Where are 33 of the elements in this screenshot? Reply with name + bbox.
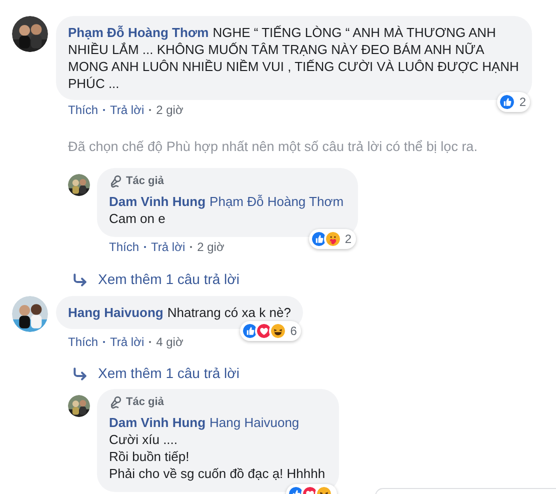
like-link[interactable]: Thích — [109, 239, 140, 256]
timestamp[interactable]: 2 giờ — [156, 102, 184, 118]
like-link[interactable]: Thích — [68, 334, 98, 350]
filter-notice: Đã chọn chế độ Phù hợp nhất nên một số câu trả lời có thể bị lọc ra. — [68, 138, 478, 156]
reaction-count: 6 — [290, 323, 297, 340]
reaction-count: 2 — [344, 231, 352, 248]
reply-link[interactable]: Trả lời — [110, 334, 144, 350]
timestamp[interactable]: 2 giờ — [197, 239, 224, 256]
mention-link[interactable]: Phạm Đỗ Hoàng Thơm — [210, 194, 344, 210]
like-link[interactable]: Thích — [68, 102, 98, 118]
reply-link[interactable]: Trả lời — [110, 102, 144, 118]
reaction-summary[interactable]: 2 — [308, 229, 356, 250]
reply-link[interactable]: Trả lời — [151, 239, 186, 256]
author-link[interactable]: Phạm Đỗ Hoàng Thơm — [68, 25, 209, 40]
reply-text: Cam on e — [109, 210, 166, 228]
more-replies-link[interactable]: Xem thêm 1 câu trả lời — [98, 363, 240, 384]
reaction-count: 2 — [519, 94, 526, 111]
reply-text: Rồi buồn tiếp! — [109, 448, 190, 466]
author-link[interactable]: Hang Haivuong — [68, 305, 164, 320]
author-label: Tác giả — [126, 395, 164, 410]
reaction-summary[interactable]: 6 — [240, 321, 301, 342]
author-label: Tác giả — [126, 174, 164, 190]
timestamp[interactable]: 4 giờ — [156, 334, 184, 350]
author-link[interactable]: Dam Vinh Hung — [109, 415, 206, 430]
more-replies-link[interactable]: Xem thêm 1 câu trả lời — [98, 269, 240, 290]
comment-text: Phạm Đỗ Hoàng Thơm NGHE “ TIẾNG LÒNG “ ANH MÀ THƯƠNG ANH NHIỀU LẮM ... KHÔNG MUỐN TÂM TRẠNG NÀY ĐEO BÁM ANH NỮA — [68, 24, 497, 58]
author-link[interactable]: Dam Vinh Hung — [109, 194, 206, 210]
reply-text: Phải cho về sg cuốn đồ đạc ạ! Hhhhh — [109, 465, 326, 482]
reply-text: Cười xíu .... — [109, 431, 179, 448]
reaction-summary[interactable]: 2 — [497, 92, 530, 112]
comment-text: MONG ANH LUÔN NHIỀU NIỀM VUI , TIẾNG CƯỜI VÀ LUÔN ĐƯỢC HẠNH PHÚC ... — [68, 58, 520, 92]
mention-link[interactable]: Hang Haivuong — [210, 415, 300, 430]
comment-text: Hang Haivuong Nhatrang có xa k nè? — [68, 304, 291, 322]
